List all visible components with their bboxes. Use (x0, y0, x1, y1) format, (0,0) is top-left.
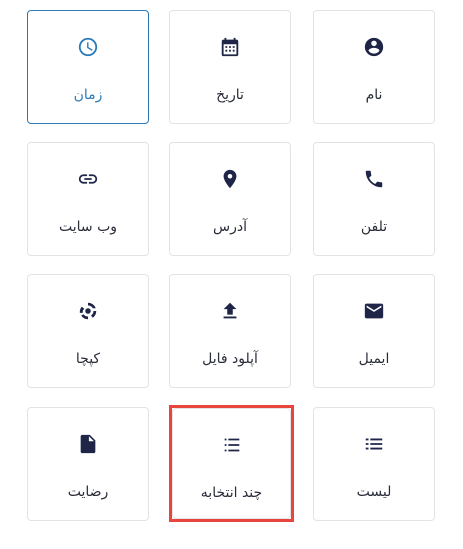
field-label: رضایت (67, 484, 109, 500)
map-pin-icon (170, 167, 290, 191)
list-icon (314, 432, 434, 456)
phone-icon (314, 167, 434, 191)
mail-icon (314, 299, 434, 323)
field-label: ایمیل (358, 351, 390, 367)
captcha-icon (28, 299, 148, 323)
field-tile-email[interactable]: ایمیل (313, 274, 435, 388)
field-tile-name[interactable]: نام (313, 10, 435, 124)
calendar-icon (170, 35, 290, 59)
clock-icon (28, 35, 148, 59)
field-tile-captcha[interactable]: کپچا (27, 274, 149, 388)
field-label: نام (365, 87, 383, 103)
field-tile-address[interactable]: آدرس (169, 142, 291, 256)
field-label: کپچا (75, 351, 101, 367)
field-label: زمان (73, 87, 103, 103)
field-tile-phone[interactable]: تلفن (313, 142, 435, 256)
field-label: آدرس (213, 219, 247, 235)
link-icon (28, 167, 148, 191)
account-circle-icon (314, 35, 434, 59)
checklist-icon (173, 433, 290, 457)
field-tile-website[interactable]: وب سایت (27, 142, 149, 256)
field-label: لیست (356, 484, 392, 500)
field-label: تلفن (360, 219, 388, 235)
field-label: وب سایت (58, 219, 118, 235)
field-tile-list[interactable]: لیست (313, 407, 435, 521)
field-tile-time[interactable]: زمان (27, 10, 149, 124)
upload-icon (170, 299, 290, 323)
field-label: چند انتخابه (200, 485, 263, 501)
field-tile-file-upload[interactable]: آپلود فایل (169, 274, 291, 388)
field-label: تاریخ (216, 87, 244, 103)
field-tile-multi-select[interactable]: چند انتخابه (172, 408, 291, 519)
document-icon (28, 432, 148, 456)
field-tile-rating[interactable]: رضایت (27, 407, 149, 521)
field-tile-date[interactable]: تاریخ (169, 10, 291, 124)
field-label: آپلود فایل (202, 351, 258, 367)
